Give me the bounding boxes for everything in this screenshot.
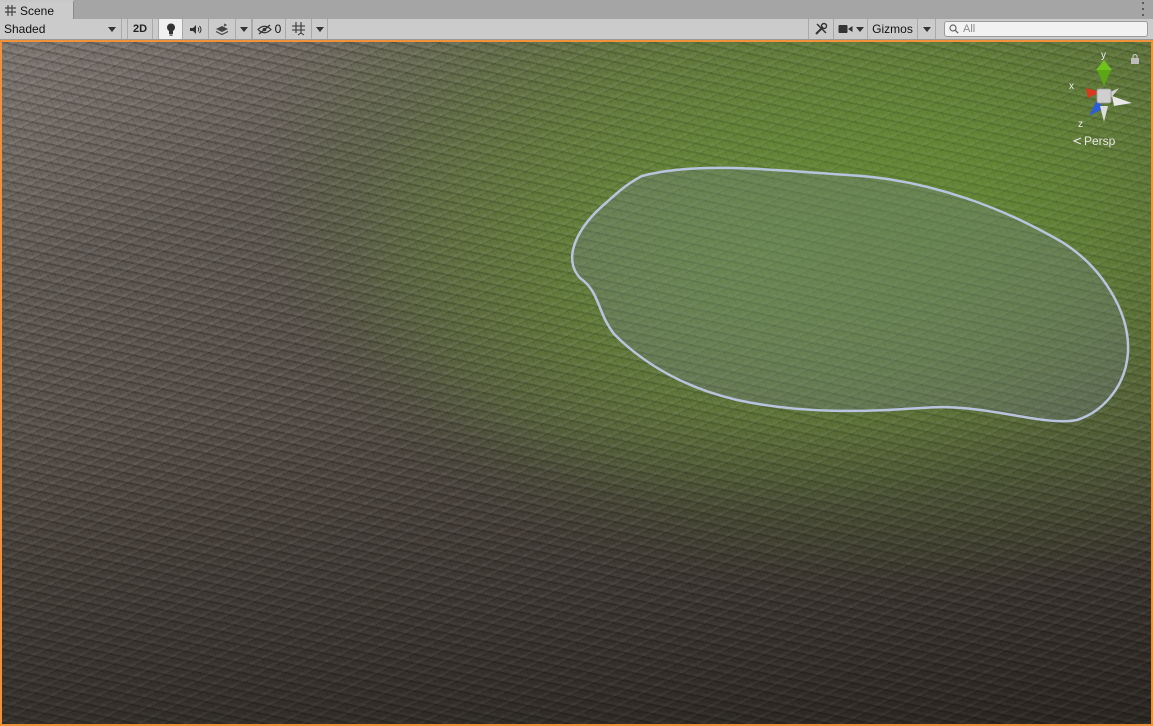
gizmos-options-dropdown[interactable] xyxy=(918,19,936,39)
lighting-toggle-button[interactable] xyxy=(158,19,183,39)
scene-viewport[interactable]: y x z Persp xyxy=(0,40,1153,726)
hidden-objects-count: 0 xyxy=(274,22,282,36)
tab-scene[interactable]: Scene xyxy=(0,0,74,19)
chevron-down-icon xyxy=(239,26,248,32)
layers-effects-icon xyxy=(215,23,229,35)
chevron-left-icon xyxy=(1072,137,1082,145)
projection-toggle[interactable]: Persp xyxy=(1072,134,1142,148)
shading-mode-dropdown[interactable]: Shaded xyxy=(0,19,122,39)
x-axis-label: x xyxy=(1069,81,1074,92)
chevron-down-icon xyxy=(922,26,931,32)
editor-tools-button[interactable] xyxy=(808,19,834,39)
eye-hidden-icon xyxy=(256,23,272,35)
effects-options-dropdown[interactable] xyxy=(236,19,252,39)
hierarchy-search-input[interactable]: All xyxy=(944,21,1148,37)
lightbulb-icon xyxy=(166,23,175,36)
z-axis-label: z xyxy=(1078,119,1083,130)
chevron-down-icon xyxy=(108,26,116,32)
lock-icon[interactable] xyxy=(1130,54,1140,64)
tab-strip: Scene xyxy=(0,0,1153,20)
y-axis-cone[interactable] xyxy=(1096,60,1112,70)
audio-toggle-button[interactable] xyxy=(183,19,209,39)
y-axis-label: y xyxy=(1101,50,1106,61)
tab-scene-label: Scene xyxy=(20,3,55,18)
speaker-icon xyxy=(190,24,202,34)
camera-settings-dropdown[interactable] xyxy=(834,19,868,39)
search-icon xyxy=(949,24,959,34)
grid-hash-icon xyxy=(5,5,16,16)
projection-label: Persp xyxy=(1084,134,1116,148)
scene-toolbar: Shaded 2D 0 Gizmos All xyxy=(0,19,1153,40)
gizmos-toggle-button[interactable]: Gizmos xyxy=(868,19,918,39)
camera-icon xyxy=(838,25,852,33)
effects-toggle-button[interactable] xyxy=(209,19,236,39)
chevron-down-icon xyxy=(315,26,324,32)
toggle-2d-button[interactable]: 2D xyxy=(127,19,153,39)
grid-icon xyxy=(291,22,305,36)
terrain-brush-outline xyxy=(571,166,1130,423)
more-options-icon[interactable] xyxy=(1141,2,1145,16)
wrench-screwdriver-icon xyxy=(815,22,828,35)
chevron-down-icon xyxy=(855,26,864,32)
scene-visibility-button[interactable]: 0 xyxy=(252,19,286,39)
shading-mode-label: Shaded xyxy=(4,22,46,36)
search-placeholder: All xyxy=(963,23,976,35)
grid-toggle-button[interactable] xyxy=(286,19,312,39)
grid-options-dropdown[interactable] xyxy=(312,19,328,39)
